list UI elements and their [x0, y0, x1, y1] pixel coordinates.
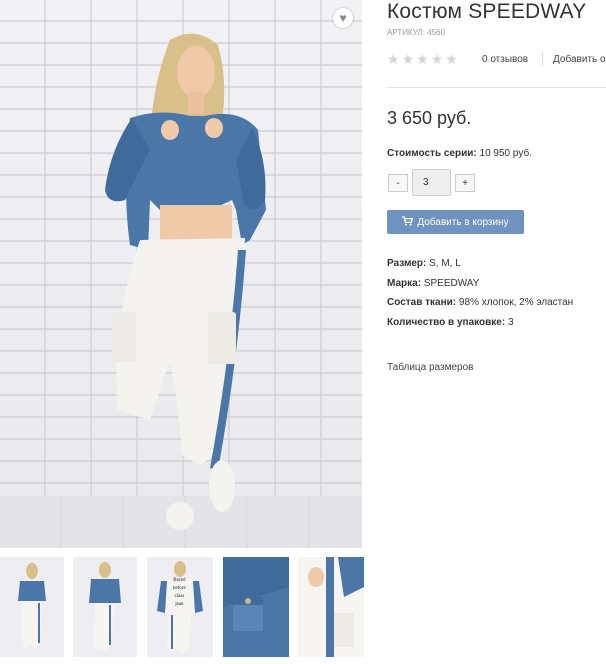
product-sku: АРТИКУЛ: 4560 — [387, 28, 446, 37]
series-price: Стоимость серии: 10 950 руб. — [387, 148, 532, 159]
quantity-decrease-button[interactable]: - — [388, 174, 408, 192]
thumbnail-strip: Bored before class jean — [0, 557, 366, 657]
star-icon[interactable]: ★ — [445, 52, 458, 66]
property-size: Размер: S, M, L — [387, 258, 461, 269]
model-figure — [105, 33, 266, 530]
cart-icon — [402, 215, 414, 229]
quantity-increase-button[interactable]: + — [455, 174, 475, 192]
star-icon[interactable]: ★ — [387, 52, 400, 66]
property-label: Состав ткани: — [387, 297, 457, 308]
model-front-photo-2-icon — [73, 557, 137, 657]
property-label: Количество в упаковке: — [387, 317, 506, 328]
star-icon[interactable]: ★ — [402, 52, 415, 66]
property-value: 3 — [507, 317, 514, 328]
star-icon[interactable]: ★ — [416, 52, 429, 66]
product-title: Костюм SPEEDWAY — [387, 0, 587, 23]
property-brand: Марка: SPEEDWAY — [387, 278, 479, 289]
series-price-value: 10 950 руб. — [479, 148, 532, 159]
thumbnail-5[interactable] — [298, 557, 364, 657]
size-table-link[interactable]: Таблица размеров — [387, 362, 473, 373]
add-to-cart-button[interactable]: Добавить в корзину — [387, 210, 524, 234]
add-review-link[interactable]: Добавить о — [553, 54, 606, 65]
product-price: 3 650 руб. — [387, 108, 472, 128]
property-label: Размер: — [387, 258, 427, 269]
thumbnail-2[interactable] — [73, 557, 137, 657]
main-product-photo[interactable]: ♥ — [0, 0, 362, 548]
property-value: S, M, L — [429, 258, 461, 269]
property-pack-quantity: Количество в упаковке: 3 — [387, 317, 514, 328]
quantity-input[interactable] — [412, 169, 451, 196]
property-value: 98% хлопок, 2% эластан — [458, 297, 574, 308]
thumbnail-1[interactable] — [0, 557, 64, 657]
divider — [387, 87, 606, 88]
divider — [542, 52, 543, 66]
jacket-closeup-photo-icon — [223, 557, 289, 657]
reviews-link[interactable]: 0 отзывов — [482, 54, 528, 65]
pants-closeup-photo-icon — [298, 557, 364, 657]
favorite-heart-icon[interactable]: ♥ — [333, 8, 353, 28]
model-front-photo-icon — [0, 557, 64, 657]
thumbnail-4[interactable] — [223, 557, 289, 657]
star-icon[interactable]: ★ — [431, 52, 444, 66]
add-to-cart-label: Добавить в корзину — [417, 216, 509, 228]
series-price-label: Стоимость серии: — [387, 148, 477, 159]
property-value: SPEEDWAY — [423, 278, 480, 289]
thumbnail-3[interactable]: Bored before class jean — [147, 557, 213, 657]
property-fabric: Состав ткани: 98% хлопок, 2% эластан — [387, 297, 573, 308]
rating-stars[interactable]: ★ ★ ★ ★ ★ — [387, 52, 458, 66]
property-label: Марка: — [387, 278, 422, 289]
print-text: Bored before class jean — [173, 578, 186, 607]
